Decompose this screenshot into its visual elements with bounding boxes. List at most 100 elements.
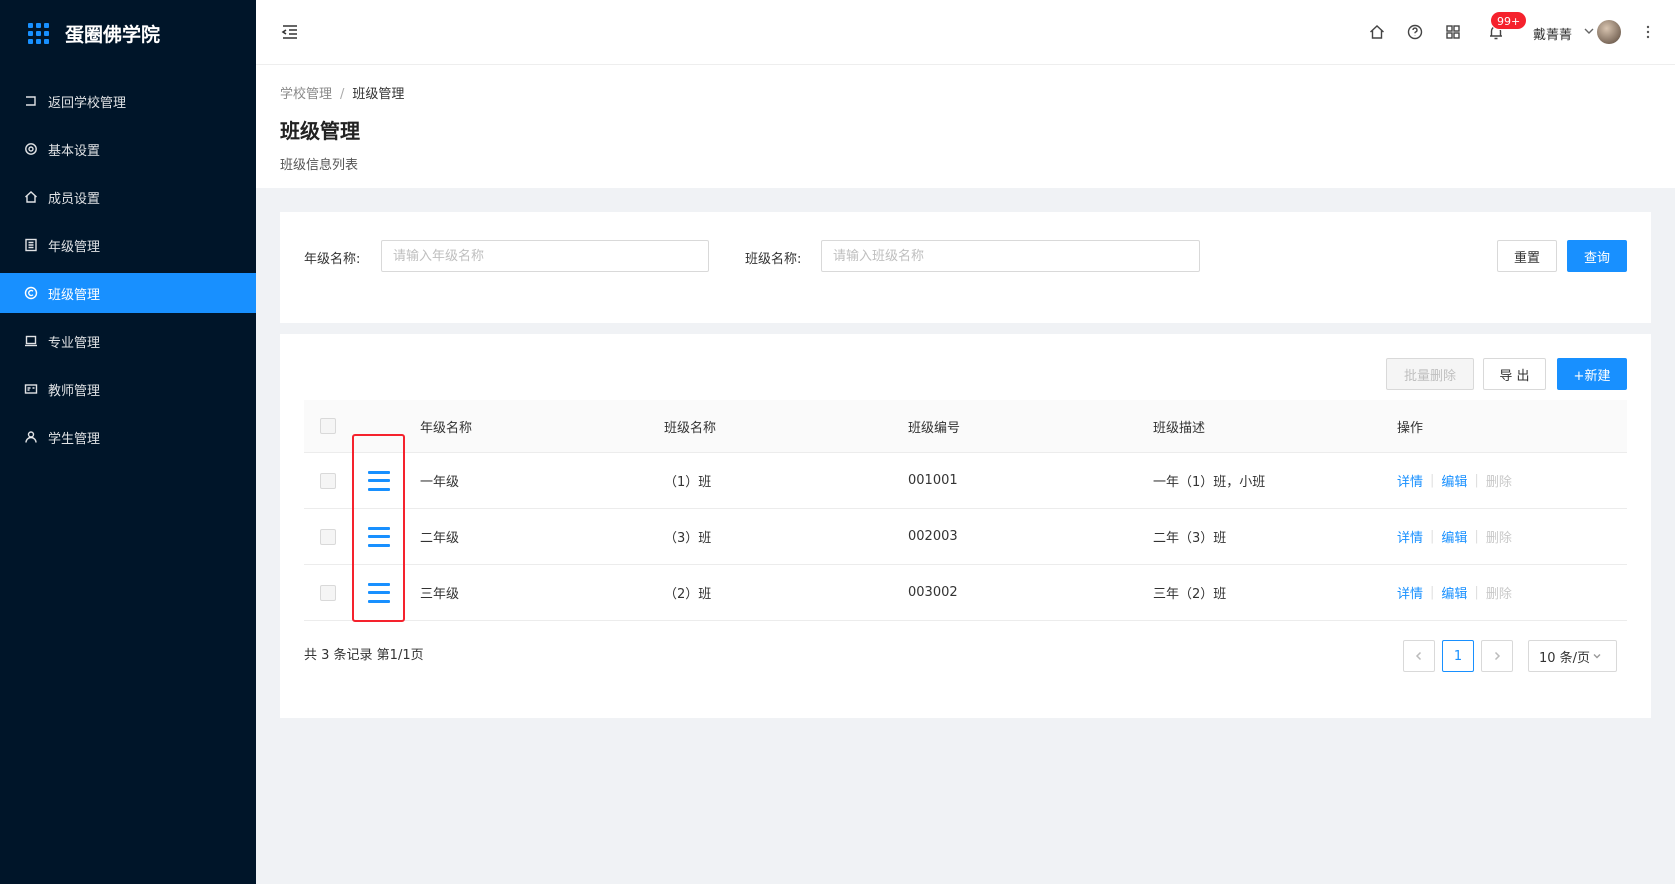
cell-desc: 二年（3）班: [1153, 531, 1227, 546]
sidebar-item-label: 成员设置: [48, 191, 101, 207]
sidebar-item-class-management[interactable]: 班级管理: [0, 273, 256, 313]
help-icon[interactable]: [1406, 23, 1424, 41]
sidebar-menu: 返回学校管理 基本设置 成员设置 年级管理 班级管理 专业管理 教师管理 学生管…: [0, 81, 256, 457]
gear-icon: [24, 142, 38, 156]
detail-link[interactable]: 详情: [1397, 583, 1423, 602]
sidebar-item-student-management[interactable]: 学生管理: [0, 417, 256, 457]
return-icon: [24, 94, 38, 108]
more-vertical-icon[interactable]: [1645, 24, 1651, 40]
detail-link[interactable]: 详情: [1397, 527, 1423, 546]
app-logo[interactable]: 蛋圈佛学院: [0, 0, 256, 66]
cell-class: （2）班: [664, 587, 712, 602]
prev-page-button[interactable]: [1403, 640, 1435, 672]
delete-link[interactable]: 删除: [1486, 583, 1512, 602]
export-button[interactable]: 导 出: [1483, 358, 1546, 390]
column-header-code: 班级编号: [908, 420, 961, 436]
table-row: 三年级 （2）班 003002 三年（2）班 详情 | 编辑 | 删除: [304, 565, 1627, 621]
chevron-right-icon: [1494, 651, 1501, 661]
logo-grid-icon: [28, 22, 49, 44]
cell-code: 002003: [908, 529, 958, 544]
sidebar-item-basic-settings[interactable]: 基本设置: [0, 129, 256, 169]
sidebar-item-member-settings[interactable]: 成员设置: [0, 177, 256, 217]
cell-grade: 一年级: [420, 475, 460, 490]
home-icon: [24, 190, 38, 204]
cell-class: （1）班: [664, 475, 712, 490]
sidebar-item-label: 专业管理: [48, 335, 101, 351]
cell-desc: 三年（2）班: [1153, 587, 1227, 602]
grade-name-input[interactable]: [381, 240, 709, 272]
page-number-button[interactable]: 1: [1442, 640, 1474, 672]
chevron-left-icon: [1415, 651, 1422, 661]
edit-link[interactable]: 编辑: [1441, 583, 1467, 602]
select-all-checkbox[interactable]: [320, 418, 336, 434]
sidebar-item-return-school[interactable]: 返回学校管理: [0, 81, 256, 121]
detail-link[interactable]: 详情: [1397, 471, 1423, 490]
sidebar: 蛋圈佛学院 返回学校管理 基本设置 成员设置 年级管理 班级管理 专业管理 教师…: [0, 0, 256, 884]
class-table: 年级名称 班级名称 班级编号 班级描述 操作 一年级 （1）班 001001 一…: [304, 400, 1627, 621]
cell-code: 003002: [908, 585, 958, 600]
next-page-button[interactable]: [1481, 640, 1513, 672]
drag-handle-icon[interactable]: [368, 526, 390, 547]
chevron-down-icon[interactable]: [1583, 25, 1595, 37]
row-checkbox[interactable]: [320, 528, 336, 545]
row-checkbox[interactable]: [320, 472, 336, 489]
row-checkbox[interactable]: [320, 584, 336, 601]
sidebar-item-label: 班级管理: [48, 287, 101, 303]
sidebar-item-label: 基本设置: [48, 143, 101, 159]
column-header-desc: 班级描述: [1153, 420, 1206, 436]
cell-grade: 三年级: [420, 587, 460, 602]
laptop-icon: [24, 334, 38, 348]
copyright-icon: [24, 286, 38, 300]
new-button[interactable]: +新建: [1557, 358, 1627, 390]
sidebar-item-grade-management[interactable]: 年级管理: [0, 225, 256, 265]
username[interactable]: 戴菁菁: [1533, 24, 1572, 43]
page-title: 班级管理: [280, 119, 360, 143]
query-button[interactable]: 查询: [1567, 240, 1627, 272]
page-size-value: 10 条/页: [1539, 650, 1591, 666]
cell-class: （3）班: [664, 531, 712, 546]
page-header: 学校管理 / 班级管理 班级管理 班级信息列表: [256, 65, 1675, 188]
apps-grid-icon[interactable]: [1444, 23, 1462, 41]
cell-desc: 一年（1）班，小班: [1153, 475, 1266, 490]
breadcrumb: 学校管理 / 班级管理: [280, 83, 404, 102]
table-card: 批量删除 导 出 +新建 年级名称 班级名称 班级编号 班级描述 操作 一年级 …: [280, 334, 1651, 718]
grade-name-label: 年级名称:: [304, 252, 361, 267]
delete-link[interactable]: 删除: [1486, 527, 1512, 546]
sidebar-item-label: 返回学校管理: [48, 95, 127, 111]
batch-delete-button[interactable]: 批量删除: [1386, 358, 1474, 390]
breadcrumb-current: 班级管理: [352, 87, 405, 102]
edit-link[interactable]: 编辑: [1441, 527, 1467, 546]
breadcrumb-parent[interactable]: 学校管理: [280, 87, 332, 102]
book-icon: [24, 238, 38, 252]
column-header-actions: 操作: [1397, 420, 1424, 436]
column-header-class: 班级名称: [664, 420, 717, 436]
sidebar-item-label: 教师管理: [48, 383, 101, 399]
notification-badge: 99+: [1490, 11, 1528, 30]
cell-code: 001001: [908, 473, 958, 488]
drag-handle-icon[interactable]: [368, 582, 390, 603]
delete-link[interactable]: 删除: [1486, 471, 1512, 490]
home-icon[interactable]: [1368, 23, 1386, 41]
table-header: 年级名称 班级名称 班级编号 班级描述 操作: [304, 400, 1627, 453]
page-size-select[interactable]: 10 条/页: [1528, 640, 1617, 672]
edit-link[interactable]: 编辑: [1441, 471, 1467, 490]
user-icon: [24, 430, 38, 444]
idcard-icon: [24, 382, 38, 396]
sidebar-item-teacher-management[interactable]: 教师管理: [0, 369, 256, 409]
menu-fold-icon[interactable]: [280, 22, 300, 42]
pagination-total: 共 3 条记录 第1/1页: [304, 648, 424, 663]
class-name-input[interactable]: [821, 240, 1200, 272]
app-title: 蛋圈佛学院: [65, 23, 161, 46]
breadcrumb-separator: /: [340, 87, 345, 102]
table-row: 一年级 （1）班 001001 一年（1）班，小班 详情 | 编辑 | 删除: [304, 453, 1627, 509]
class-name-label: 班级名称:: [745, 252, 802, 267]
drag-handle-icon[interactable]: [368, 470, 390, 491]
search-form: 年级名称: 班级名称: 重置 查询: [280, 212, 1651, 323]
avatar[interactable]: [1597, 20, 1621, 44]
reset-button[interactable]: 重置: [1497, 240, 1557, 272]
cell-grade: 二年级: [420, 531, 460, 546]
table-row: 二年级 （3）班 002003 二年（3）班 详情 | 编辑 | 删除: [304, 509, 1627, 565]
column-header-grade: 年级名称: [420, 420, 473, 436]
sidebar-item-label: 年级管理: [48, 239, 101, 255]
sidebar-item-major-management[interactable]: 专业管理: [0, 321, 256, 361]
